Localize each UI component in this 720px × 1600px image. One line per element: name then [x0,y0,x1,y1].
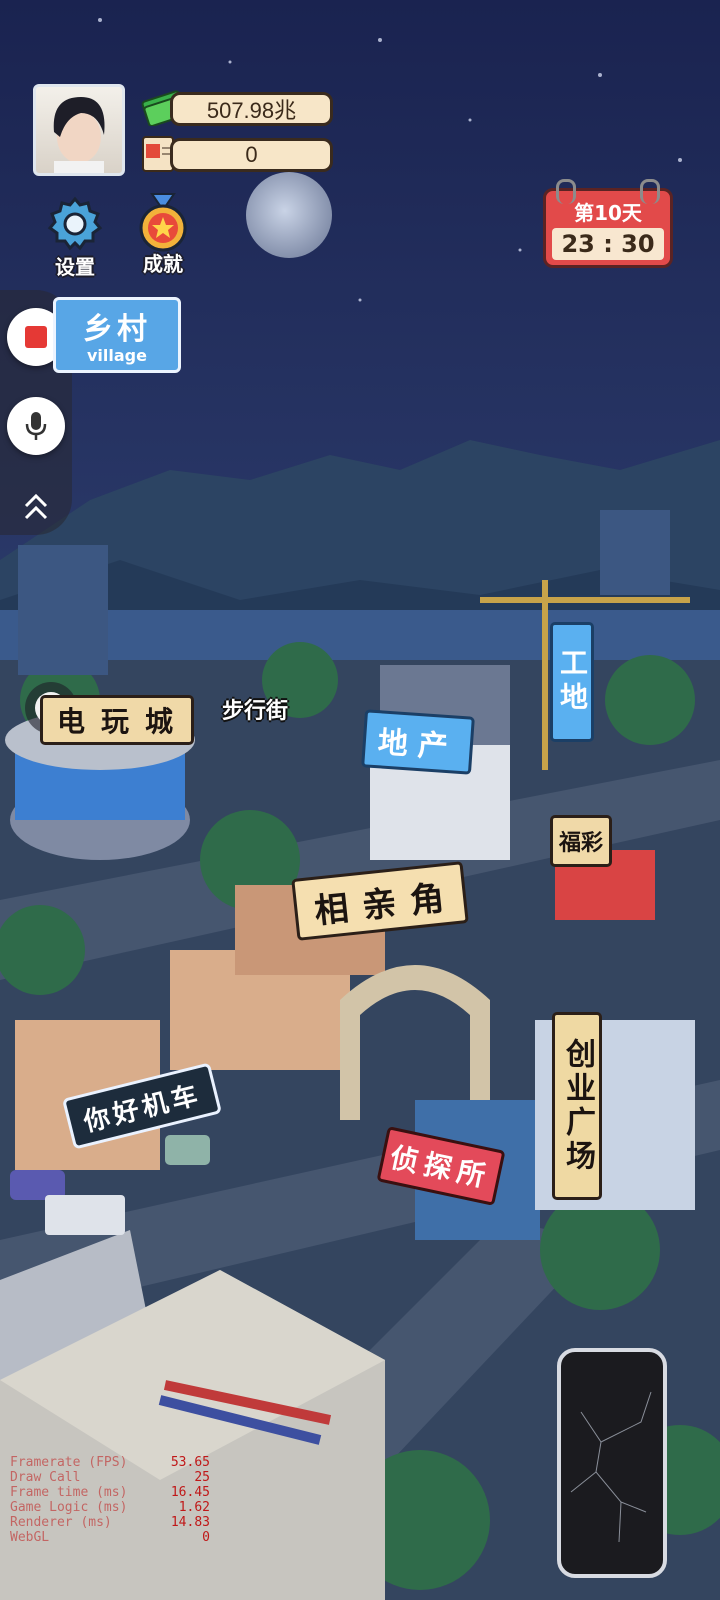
arcade-label: 电玩城 [40,695,194,745]
gear-icon [47,196,103,251]
debug-stats: Framerate (FPS) 53.65 Draw Call 25 Frame t… [10,1455,210,1545]
ticket-value: 0 [245,142,258,167]
location-sign[interactable]: 乡村 village [53,297,181,373]
location-name-cn: 乡村 [83,312,151,347]
money-value: 507.98兆 [206,98,297,123]
arcade-sign[interactable]: 电玩城 [40,695,194,745]
ring-right [640,179,660,204]
debug-row: WebGL 0 [10,1530,210,1545]
player-avatar[interactable] [33,84,125,176]
achievement-button[interactable]: 成就 [132,192,194,277]
mic-button[interactable] [7,397,65,455]
location-name-en: village [87,346,147,365]
phone-button[interactable] [557,1348,667,1578]
ring-left [556,179,576,204]
pedestrian-street-label[interactable]: 步行街 [222,693,288,725]
debug-row: Framerate (FPS) 53.65 [10,1455,210,1470]
achievement-label: 成就 [143,252,183,276]
debug-row: Renderer (ms) 14.83 [10,1515,210,1530]
money-display: 507.98兆 [170,92,333,126]
settings-label: 设置 [55,255,95,279]
moon [246,172,332,258]
day-clock: 第10天 23 : 30 [543,179,673,268]
microphone-icon [25,412,47,440]
ticket-display: 0 [170,138,333,172]
construction-sign[interactable]: 工地 [550,622,594,742]
debug-row: Frame time (ms) 16.45 [10,1485,210,1500]
debug-row: Game Logic (ms) 1.62 [10,1500,210,1515]
medal-icon [139,193,187,252]
startup-plaza-sign[interactable]: 创业广场 [552,1012,602,1200]
debug-row: Draw Call 25 [10,1470,210,1485]
collapse-chevron-icon[interactable] [22,492,50,526]
time-display: 23 : 30 [552,228,664,260]
avatar-portrait [53,97,105,173]
settings-button[interactable]: 设置 [44,195,106,280]
lottery-sign[interactable]: 福彩 [550,815,612,867]
real-estate-sign[interactable]: 地产 [361,709,475,775]
stop-icon [25,326,47,348]
cracked-screen-icon [570,1391,652,1543]
